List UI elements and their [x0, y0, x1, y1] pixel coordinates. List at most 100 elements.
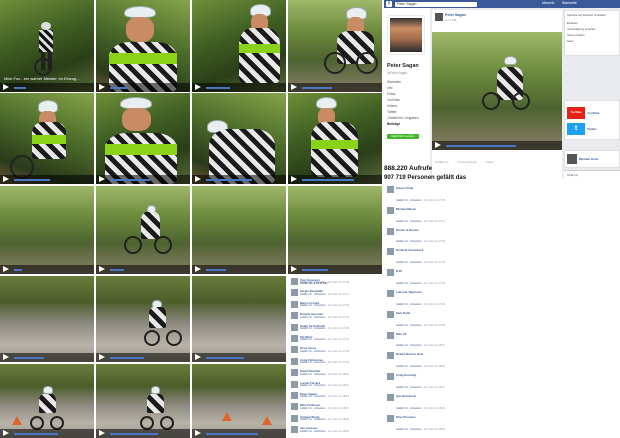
- play-icon[interactable]: [99, 84, 105, 90]
- play-icon[interactable]: [3, 266, 9, 272]
- comment-avatar[interactable]: [387, 206, 394, 214]
- comment-reply-link[interactable]: Antworten: [410, 324, 422, 327]
- progress-bar[interactable]: [110, 357, 144, 359]
- comment-timestamp[interactable]: 16. April um 17:14: [328, 293, 349, 296]
- video-controls[interactable]: [288, 175, 382, 184]
- comment-timestamp[interactable]: 16. April um 18:21: [328, 407, 349, 410]
- comment-author[interactable]: Craig Donnelly: [396, 373, 416, 377]
- progress-bar[interactable]: [302, 179, 354, 181]
- comment-reply-link[interactable]: Antworten: [410, 282, 422, 285]
- facebook-logo[interactable]: f: [386, 1, 392, 7]
- comment-like-link[interactable]: Gefällt mir: [300, 293, 312, 296]
- video-frame-14[interactable]: [96, 276, 190, 362]
- comment-author[interactable]: Dino Pirovano: [396, 415, 416, 419]
- progress-bar[interactable]: [206, 433, 258, 435]
- comment-reply-link[interactable]: Antworten: [410, 344, 422, 347]
- video-controls[interactable]: [288, 265, 382, 274]
- comment-avatar[interactable]: [291, 357, 298, 365]
- comment-timestamp[interactable]: 16. April um 18:30: [328, 418, 349, 421]
- comment-reply-link[interactable]: Antworten: [410, 303, 422, 306]
- language-link[interactable]: Sprache auf Deutsch umstellen: [567, 13, 606, 17]
- comment-timestamp[interactable]: 16. April um 18:44: [328, 430, 349, 433]
- comment-like-link[interactable]: Gefällt mir: [300, 430, 312, 433]
- progress-bar[interactable]: [110, 87, 128, 89]
- progress-bar[interactable]: [110, 433, 158, 435]
- video-frame-6[interactable]: [96, 93, 190, 184]
- comment-button[interactable]: Kommentieren: [458, 160, 478, 164]
- progress-bar[interactable]: [302, 269, 328, 271]
- comment-timestamp[interactable]: 16. April um 17:58: [424, 324, 445, 327]
- progress-bar[interactable]: [14, 87, 26, 89]
- comment-avatar[interactable]: [291, 312, 298, 320]
- comment-avatar[interactable]: [291, 369, 298, 377]
- comment-avatar[interactable]: [387, 331, 394, 339]
- comment-timestamp[interactable]: 16. April um 17:33: [424, 261, 445, 264]
- video-frame-7[interactable]: [192, 93, 286, 184]
- progress-bar[interactable]: [302, 87, 332, 89]
- play-icon[interactable]: [291, 176, 297, 182]
- comment-avatar[interactable]: [387, 227, 394, 235]
- comment-timestamp[interactable]: 16. April um 17:05: [424, 199, 445, 202]
- comment-timestamp[interactable]: 16. April um 17:31: [328, 338, 349, 341]
- comment-timestamp[interactable]: 16. April um 17:05: [328, 281, 349, 284]
- comment-avatar[interactable]: [291, 414, 298, 422]
- comment-like-link[interactable]: Gefällt mir: [396, 261, 408, 264]
- like-button[interactable]: Gefällt mir: [435, 160, 449, 164]
- post-author[interactable]: Peter Sagan: [445, 13, 466, 17]
- comment-like-link[interactable]: Gefällt mir: [300, 327, 312, 330]
- comment-like-link[interactable]: Gefällt mir: [300, 384, 312, 387]
- related-name[interactable]: Michael Hofer: [579, 157, 599, 161]
- comment-avatar[interactable]: [291, 426, 298, 434]
- comment-avatar[interactable]: [387, 394, 394, 401]
- comment-timestamp[interactable]: 16. April um 18:14: [328, 395, 349, 398]
- play-icon[interactable]: [3, 354, 9, 360]
- progress-bar[interactable]: [206, 357, 244, 359]
- video-controls[interactable]: [192, 353, 286, 362]
- video-controls[interactable]: [0, 175, 94, 184]
- play-icon[interactable]: [99, 266, 105, 272]
- play-icon[interactable]: [291, 84, 297, 90]
- comment-like-link[interactable]: Gefällt mir: [300, 316, 312, 319]
- nav-beitraege[interactable]: Beiträge: [387, 122, 400, 126]
- nav-youtube[interactable]: YouTube: [387, 98, 400, 102]
- play-icon[interactable]: [195, 354, 201, 360]
- comment-reply-link[interactable]: Antworten: [410, 407, 422, 410]
- comment-like-link[interactable]: Gefällt mir: [396, 199, 408, 202]
- nav-videos[interactable]: Videos: [387, 104, 397, 108]
- comment-like-link[interactable]: Gefällt mir: [300, 418, 312, 421]
- play-icon[interactable]: [3, 430, 9, 436]
- comment-avatar[interactable]: [291, 380, 298, 388]
- comment-author[interactable]: Igor Brankovic: [396, 394, 416, 398]
- video-controls[interactable]: [96, 83, 190, 92]
- video-frame-9[interactable]: [0, 186, 94, 274]
- play-icon[interactable]: [435, 142, 441, 148]
- video-controls[interactable]: [0, 265, 94, 274]
- comment-like-link[interactable]: Gefällt mir: [396, 282, 408, 285]
- comment-reply-link[interactable]: Antworten: [314, 418, 326, 421]
- progress-bar[interactable]: [14, 433, 58, 435]
- nav-fotos[interactable]: Fotos: [387, 92, 395, 96]
- comment-timestamp[interactable]: 16. April um 17:28: [328, 327, 349, 330]
- comment-like-link[interactable]: Gefällt mir: [396, 240, 408, 243]
- comment-like-link[interactable]: Gefällt mir: [300, 350, 312, 353]
- play-icon[interactable]: [195, 176, 201, 182]
- video-frame-13[interactable]: [0, 276, 94, 362]
- comment-reply-link[interactable]: Antworten: [314, 281, 326, 284]
- play-icon[interactable]: [99, 354, 105, 360]
- video-frame-12[interactable]: [288, 186, 382, 274]
- comment-reply-link[interactable]: Antworten: [410, 240, 422, 243]
- video-frame-17[interactable]: [96, 364, 190, 438]
- comment-avatar[interactable]: [291, 392, 298, 399]
- comment-avatar[interactable]: [291, 300, 298, 308]
- comment-like-link[interactable]: Gefällt mir: [396, 220, 408, 223]
- progress-bar[interactable]: [14, 269, 22, 271]
- comment-like-link[interactable]: Gefällt mir: [396, 324, 408, 327]
- play-icon[interactable]: [195, 430, 201, 436]
- comment-author[interactable]: Niko ZF: [396, 332, 407, 336]
- comment-timestamp[interactable]: 16. April um 18:19: [424, 365, 445, 368]
- video-frame-10[interactable]: [96, 186, 190, 274]
- comment-reply-link[interactable]: Antworten: [314, 361, 326, 364]
- nav-likes[interactable]: „Gefällt mir"-Angaben: [387, 116, 419, 120]
- progress-bar[interactable]: [110, 269, 124, 271]
- create-page-link[interactable]: Seite erstellen: [567, 33, 585, 37]
